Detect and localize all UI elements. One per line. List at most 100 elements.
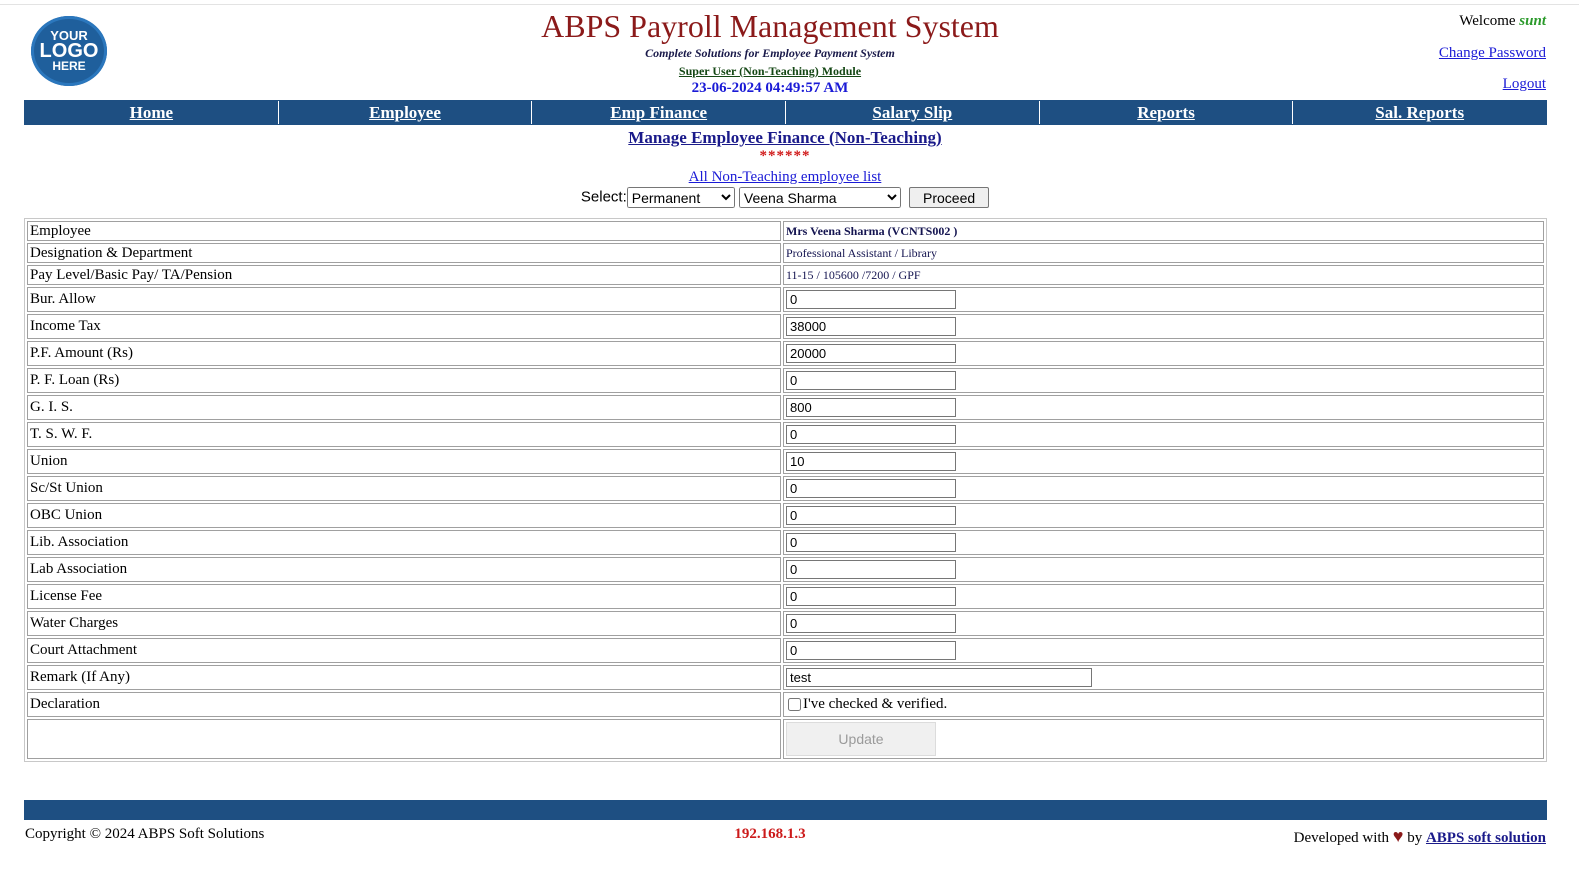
field-label: Court Attachment (27, 638, 781, 663)
field-cell (783, 557, 1544, 582)
table-row: Sc/St Union (27, 476, 1544, 501)
nav-sal-reports[interactable]: Sal. Reports (1292, 101, 1546, 124)
license-fee-input[interactable] (786, 587, 956, 606)
pf-amount-input[interactable] (786, 344, 956, 363)
developed-with-text: Developed with (1293, 830, 1390, 846)
table-row: Update (27, 719, 1544, 759)
app-title: ABPS Payroll Management System (541, 8, 999, 44)
employee-value-cell: Mrs Veena Sharma (VCNTS002 ) (783, 221, 1544, 241)
obc-union-input[interactable] (786, 506, 956, 525)
table-row: Lib. Association (27, 530, 1544, 555)
field-cell (783, 530, 1544, 555)
table-row: Employee Mrs Veena Sharma (VCNTS002 ) (27, 221, 1544, 241)
table-row: Declaration I've checked & verified. (27, 692, 1544, 717)
field-label: P.F. Amount (Rs) (27, 341, 781, 366)
employee-type-select[interactable]: Permanent (626, 187, 735, 208)
lib-association-input[interactable] (786, 533, 956, 552)
change-password-link[interactable]: Change Password (1439, 45, 1546, 62)
table-row: Union (27, 449, 1544, 474)
app-tagline: Complete Solutions for Employee Payment … (645, 46, 895, 60)
field-label: OBC Union (27, 503, 781, 528)
main-nav: Home Employee Emp Finance Salary Slip Re… (24, 100, 1547, 125)
table-row: Bur. Allow (27, 287, 1544, 312)
pf-loan-input[interactable] (786, 371, 956, 390)
empty-cell (27, 719, 781, 759)
field-cell (783, 422, 1544, 447)
field-cell (783, 638, 1544, 663)
status-stars: ****** (759, 148, 811, 164)
designation-value: Professional Assistant / Library (783, 243, 1544, 263)
declaration-checkbox[interactable] (788, 698, 801, 712)
all-employee-list-link[interactable]: All Non-Teaching employee list (0, 169, 1570, 186)
court-attachment-input[interactable] (786, 641, 956, 660)
module-link[interactable]: Super User (Non-Teaching) Module (0, 64, 1540, 79)
table-row: License Fee (27, 584, 1544, 609)
field-cell: Update (783, 719, 1544, 759)
table-row: Income Tax (27, 314, 1544, 339)
heart-icon: ♥ (1392, 826, 1404, 846)
field-cell (783, 314, 1544, 339)
field-label: Lib. Association (27, 530, 781, 555)
gis-input[interactable] (786, 398, 956, 417)
table-row: Water Charges (27, 611, 1544, 636)
table-row: Designation & Department Professional As… (27, 243, 1544, 263)
field-label: P. F. Loan (Rs) (27, 368, 781, 393)
proceed-button[interactable]: Proceed (909, 187, 990, 208)
field-cell (783, 341, 1544, 366)
by-text: by (1407, 830, 1423, 846)
nav-employee[interactable]: Employee (277, 101, 532, 124)
water-charges-input[interactable] (786, 614, 956, 633)
field-cell (783, 287, 1544, 312)
declaration-label: Declaration (27, 692, 781, 717)
declaration-text: I've checked & verified. (803, 696, 948, 712)
pay-level-value: 11-15 / 105600 /7200 / GPF (783, 265, 1544, 285)
field-cell (783, 665, 1544, 690)
field-label: Union (27, 449, 781, 474)
field-label: Bur. Allow (27, 287, 781, 312)
finance-form-table: Employee Mrs Veena Sharma (VCNTS002 ) De… (24, 218, 1547, 762)
nav-salary-slip[interactable]: Salary Slip (785, 101, 1039, 124)
lab-association-input[interactable] (786, 560, 956, 579)
welcome-label: Welcome (1459, 13, 1516, 29)
footer-bar (24, 800, 1547, 820)
designation-label: Designation & Department (27, 243, 781, 263)
union-input[interactable] (786, 452, 956, 471)
table-row: G. I. S. (27, 395, 1544, 420)
field-label: Sc/St Union (27, 476, 781, 501)
company-link[interactable]: ABPS soft solution (1426, 830, 1546, 846)
nav-reports[interactable]: Reports (1038, 101, 1293, 124)
remark-label: Remark (If Any) (27, 665, 781, 690)
field-cell (783, 611, 1544, 636)
update-button[interactable]: Update (786, 722, 936, 756)
field-cell (783, 503, 1544, 528)
pay-level-label: Pay Level/Basic Pay/ TA/Pension (27, 265, 781, 285)
remark-input[interactable] (786, 668, 1092, 687)
income-tax-input[interactable] (786, 317, 956, 336)
tswf-input[interactable] (786, 425, 956, 444)
field-label: License Fee (27, 584, 781, 609)
field-label: G. I. S. (27, 395, 781, 420)
select-label: Select: (580, 188, 627, 206)
table-row: Lab Association (27, 557, 1544, 582)
table-row: Remark (If Any) (27, 665, 1544, 690)
table-row: T. S. W. F. (27, 422, 1544, 447)
bur-allow-input[interactable] (786, 290, 956, 309)
field-cell (783, 476, 1544, 501)
page-title[interactable]: Manage Employee Finance (Non-Teaching) (0, 128, 1570, 148)
field-cell (783, 395, 1544, 420)
field-label: Lab Association (27, 557, 781, 582)
welcome-message: Welcome sunt (1459, 13, 1546, 30)
employee-name-select[interactable]: Veena Sharma (738, 187, 901, 208)
logout-link[interactable]: Logout (1503, 76, 1546, 93)
table-row: Pay Level/Basic Pay/ TA/Pension 11-15 / … (27, 265, 1544, 285)
top-divider (0, 4, 1579, 5)
field-label: T. S. W. F. (27, 422, 781, 447)
table-row: P. F. Loan (Rs) (27, 368, 1544, 393)
sc-st-union-input[interactable] (786, 479, 956, 498)
employee-label: Employee (27, 221, 781, 241)
field-label: Water Charges (27, 611, 781, 636)
employee-value: Mrs Veena Sharma (VCNTS002 ) (786, 223, 958, 238)
nav-home[interactable]: Home (25, 101, 278, 124)
nav-emp-finance[interactable]: Emp Finance (531, 101, 785, 124)
table-row: Court Attachment (27, 638, 1544, 663)
